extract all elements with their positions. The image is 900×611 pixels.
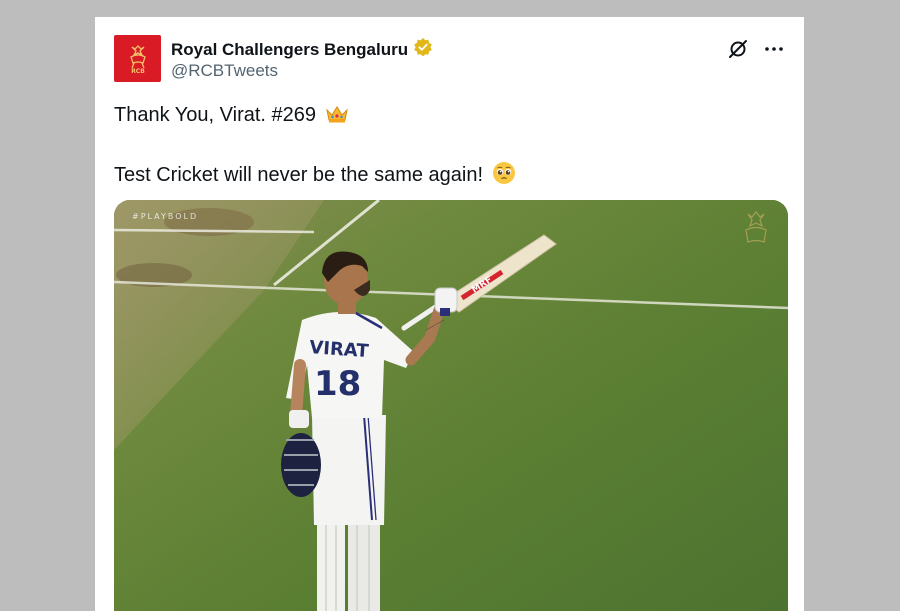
jersey-name: VIRAT xyxy=(309,337,370,362)
avatar[interactable]: RCB xyxy=(114,35,161,82)
grok-icon[interactable] xyxy=(726,37,750,61)
tweet-media-image[interactable]: MRF VIRAT 18 #PLAYBOLD xyxy=(114,200,788,611)
more-icon[interactable] xyxy=(762,37,786,61)
rcb-logo-icon: RCB xyxy=(129,44,146,75)
tweet-line-1-text: Thank You, Virat. #269 xyxy=(114,104,317,126)
tweet-line-2-text: Test Cricket will never be the same agai… xyxy=(114,164,484,186)
tweet-card: RCB Royal Challengers Bengaluru @RCBTwee… xyxy=(95,17,804,611)
tweet-actions xyxy=(726,37,786,61)
tweet-line-2: Test Cricket will never be the same agai… xyxy=(114,161,784,193)
avatar-lettering: RCB xyxy=(131,68,145,75)
pleading-face-emoji-icon xyxy=(492,161,516,193)
tweet-text: Thank You, Virat. #269 Test Cricket will… xyxy=(114,101,784,193)
handle[interactable]: @RCBTweets xyxy=(171,61,278,81)
playbold-watermark: #PLAYBOLD xyxy=(132,212,199,221)
display-name[interactable]: Royal Challengers Bengaluru xyxy=(171,40,408,60)
name-row: Royal Challengers Bengaluru xyxy=(171,37,433,62)
tweet-line-1: Thank You, Virat. #269 xyxy=(114,101,784,132)
jersey-number: 18 xyxy=(314,364,361,404)
cricket-photo: MRF VIRAT 18 xyxy=(114,200,788,611)
verified-badge-icon xyxy=(413,37,433,62)
crown-emoji-icon xyxy=(325,104,349,132)
